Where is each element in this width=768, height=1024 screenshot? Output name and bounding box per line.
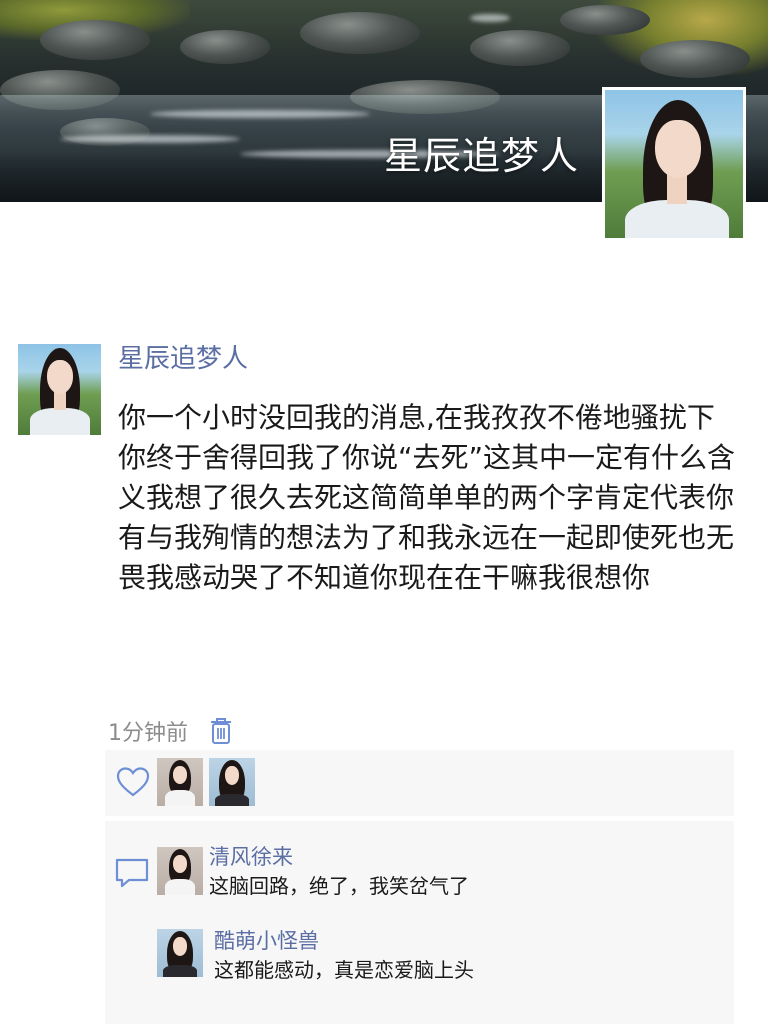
comment-text: 这脑回路，绝了，我笑岔气了 xyxy=(209,874,469,898)
like-avatar[interactable] xyxy=(209,758,255,806)
likes-panel xyxy=(105,750,734,816)
cover-title: 星辰追梦人 xyxy=(384,134,580,178)
like-avatar[interactable] xyxy=(157,758,203,806)
cover-foam xyxy=(150,110,370,118)
post-content: 你一个小时没回我的消息,在我孜孜不倦地骚扰下你终于舍得回我了你说“去死”这其中一… xyxy=(118,401,736,594)
heart-outline-icon[interactable] xyxy=(115,764,151,800)
cover-foam xyxy=(470,14,510,22)
post-author-name[interactable]: 星辰追梦人 xyxy=(118,340,248,378)
cover-rock xyxy=(300,12,420,54)
cover-rock xyxy=(640,40,750,78)
comment-bubble-icon[interactable] xyxy=(113,855,151,891)
post-author-avatar[interactable] xyxy=(18,344,101,435)
comment-author[interactable]: 清风徐来 xyxy=(209,843,293,871)
cover-rock xyxy=(180,30,270,64)
cover-foam xyxy=(60,135,240,143)
comment-author[interactable]: 酷萌小怪兽 xyxy=(214,927,319,955)
post-meta: 1分钟前 xyxy=(108,712,234,750)
comments-panel: 清风徐来 这脑回路，绝了，我笑岔气了 酷萌小怪兽 这都能感动，真是恋爱脑上头 xyxy=(105,821,734,1024)
cover-rock xyxy=(470,30,570,66)
trash-icon[interactable] xyxy=(208,716,234,746)
comment-avatar[interactable] xyxy=(157,847,203,895)
post-time: 1分钟前 xyxy=(108,721,188,746)
cover-rock xyxy=(560,5,650,35)
comment-avatar[interactable] xyxy=(157,929,203,977)
comment-text: 这都能感动，真是恋爱脑上头 xyxy=(214,958,474,982)
profile-avatar[interactable] xyxy=(602,87,746,241)
cover-rock xyxy=(40,20,150,60)
